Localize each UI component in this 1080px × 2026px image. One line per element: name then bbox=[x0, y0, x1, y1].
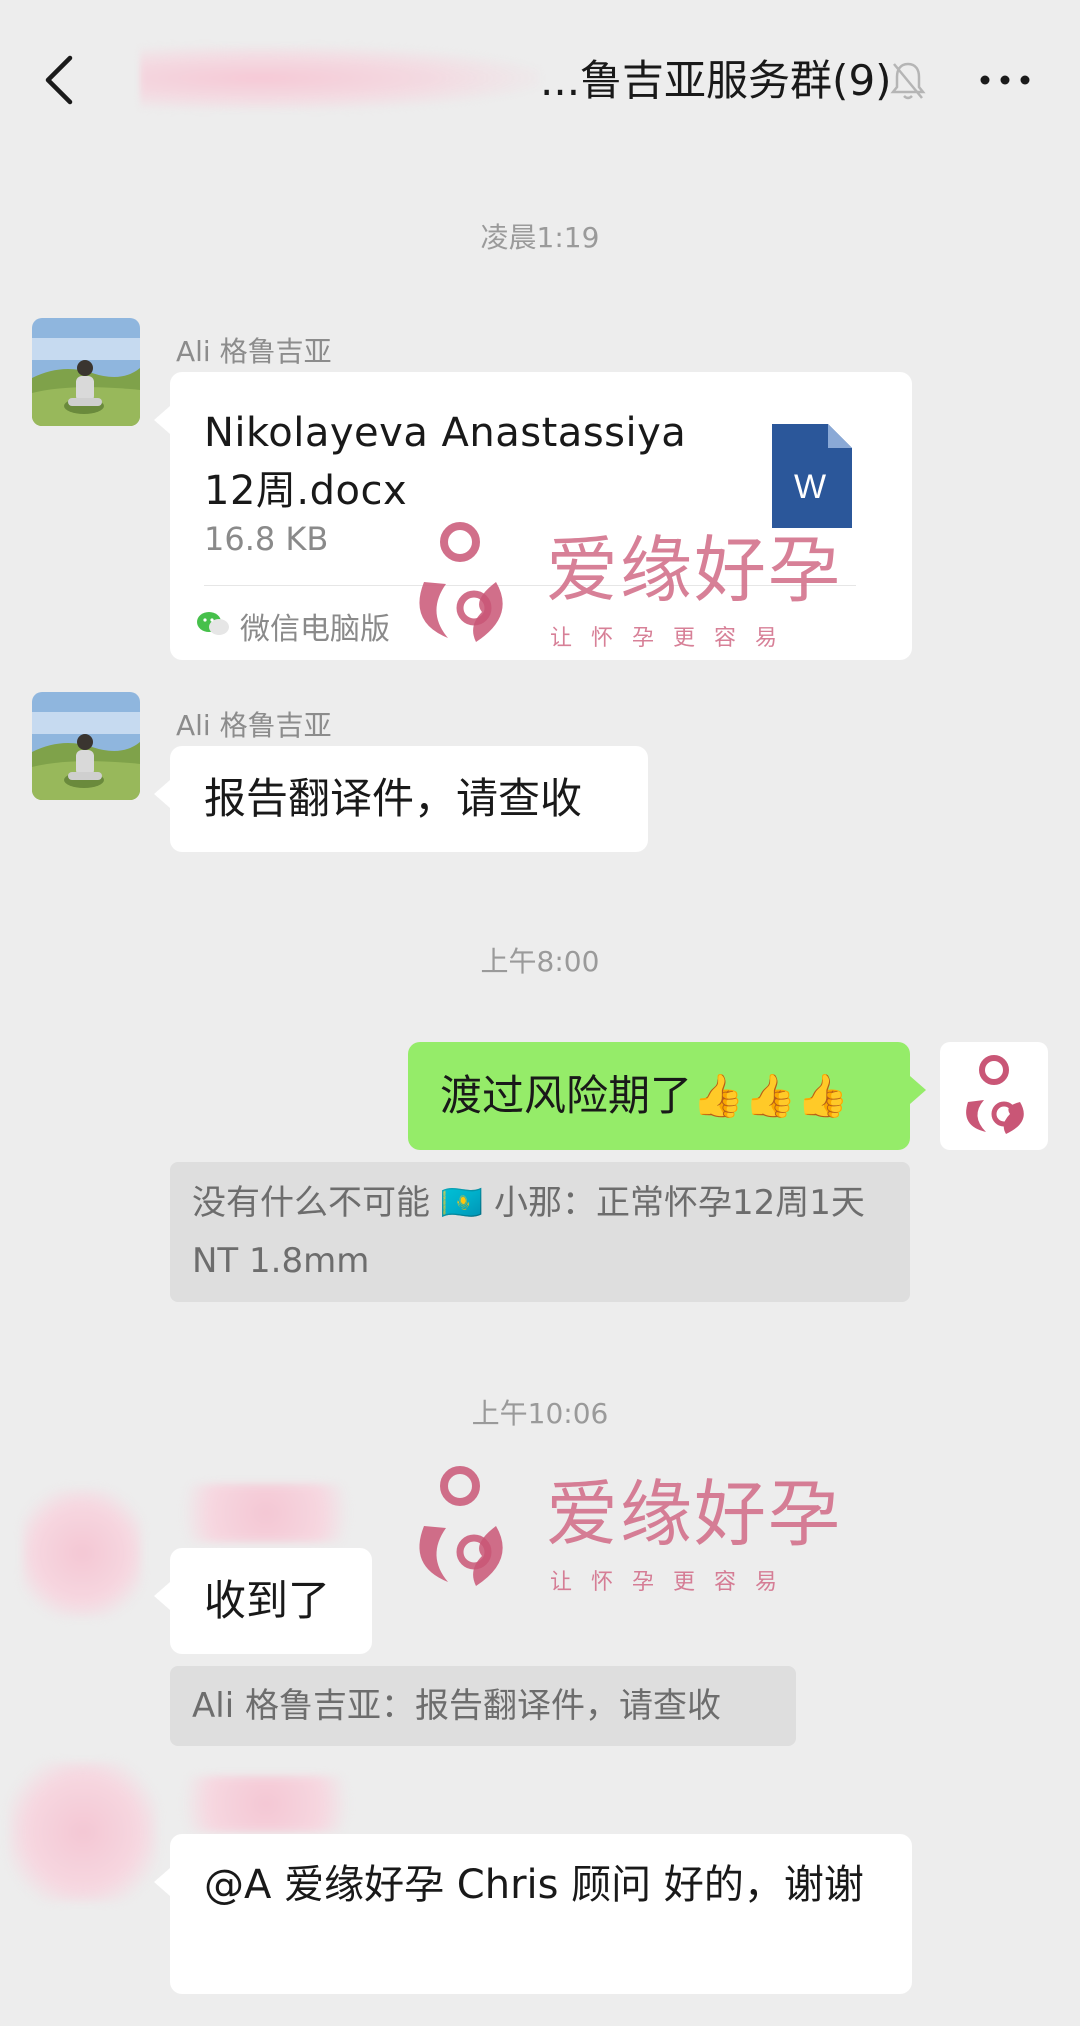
text-message-bubble[interactable]: 报告翻译件，请查收 bbox=[154, 746, 648, 852]
text-message-bubble[interactable]: @A 爱缘好孕 Chris 顾问 好的，谢谢 bbox=[154, 1834, 912, 1994]
back-arrow-icon[interactable] bbox=[38, 52, 82, 108]
avatar-redaction bbox=[8, 1762, 158, 1902]
timestamp: 上午8:00 bbox=[480, 945, 600, 978]
avatar[interactable] bbox=[32, 692, 140, 800]
watermark-logo-icon bbox=[419, 522, 503, 642]
wechat-icon bbox=[197, 612, 229, 635]
self-avatar[interactable] bbox=[940, 1042, 1048, 1150]
word-icon-letter: W bbox=[794, 468, 826, 506]
message-text: @A 爱缘好孕 Chris 顾问 好的，谢谢 bbox=[204, 1862, 864, 1908]
file-name: Nikolayeva Anastassiya 12周.docx bbox=[204, 410, 687, 514]
brand-watermark: 爱缘好孕 让怀孕更容易 bbox=[388, 1456, 840, 1606]
sender-name: Ali 格鲁吉亚 bbox=[176, 335, 332, 368]
chat-title[interactable]: ...鲁吉亚服务群(9) bbox=[540, 55, 892, 107]
avatar[interactable] bbox=[32, 318, 140, 426]
quoted-text: Ali 格鲁吉亚：报告翻译件，请查收 bbox=[192, 1686, 721, 1726]
title-redaction bbox=[140, 45, 540, 111]
file-size: 16.8 KB bbox=[204, 520, 329, 558]
message-text: 报告翻译件，请查收 bbox=[204, 774, 583, 823]
timestamp: 上午10:06 bbox=[471, 1397, 609, 1430]
watermark-name: 爱缘好孕 bbox=[546, 1472, 843, 1556]
sender-name-redaction bbox=[166, 1776, 366, 1832]
quoted-message[interactable]: Ali 格鲁吉亚：报告翻译件，请查收 bbox=[170, 1666, 796, 1746]
file-source-label: 微信电脑版 bbox=[240, 612, 390, 647]
chat-header: ...鲁吉亚服务群(9) bbox=[0, 0, 1080, 150]
mute-bell-icon bbox=[890, 62, 926, 100]
sender-name: Ali 格鲁吉亚 bbox=[176, 709, 332, 742]
quoted-text: 没有什么不可能 🇰🇿 小那：正常怀孕12周1天 NT 1.8mm bbox=[192, 1183, 865, 1281]
watermark-logo-icon bbox=[419, 1466, 503, 1586]
more-options-icon[interactable] bbox=[975, 62, 1035, 98]
self-message-bubble[interactable]: 渡过风险期了👍👍👍 bbox=[408, 1042, 926, 1150]
brand-logo-icon bbox=[966, 1055, 1024, 1134]
message-text: 收到了 bbox=[204, 1576, 331, 1625]
avatar-redaction bbox=[22, 1488, 142, 1618]
sender-name-redaction bbox=[166, 1484, 366, 1542]
avatar-image bbox=[32, 318, 140, 426]
quoted-message[interactable]: 没有什么不可能 🇰🇿 小那：正常怀孕12周1天 NT 1.8mm bbox=[170, 1162, 910, 1302]
timestamp: 凌晨1:19 bbox=[480, 221, 600, 254]
text-message-bubble[interactable]: 收到了 bbox=[154, 1548, 372, 1654]
message-text: 渡过风险期了👍👍👍 bbox=[440, 1071, 849, 1120]
watermark-slogan: 让怀孕更容易 bbox=[550, 1570, 797, 1595]
avatar-image bbox=[32, 692, 140, 800]
watermark-name: 爱缘好孕 bbox=[546, 528, 843, 612]
watermark-slogan: 让怀孕更容易 bbox=[550, 626, 797, 651]
brand-watermark: 爱缘好孕 让怀孕更容易 bbox=[388, 512, 840, 662]
